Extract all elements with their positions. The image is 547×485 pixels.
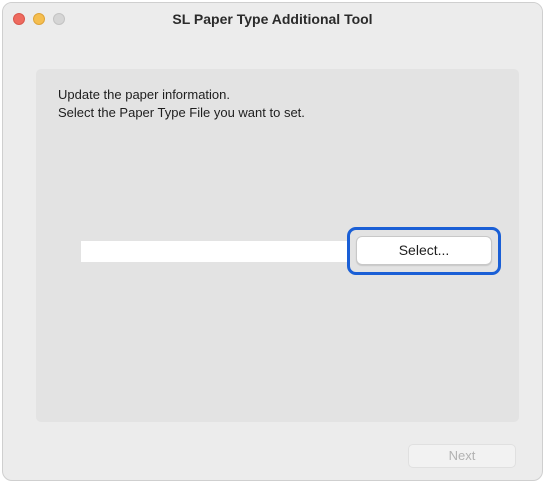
next-button[interactable]: Next [408, 444, 516, 468]
window-title: SL Paper Type Additional Tool [172, 11, 373, 27]
title-bar: SL Paper Type Additional Tool [3, 3, 542, 34]
paper-type-file-path-field[interactable] [81, 241, 349, 262]
instruction-line-1: Update the paper information. [58, 87, 230, 102]
app-window: SL Paper Type Additional Tool Update the… [2, 2, 543, 481]
instruction-line-2: Select the Paper Type File you want to s… [58, 105, 305, 120]
select-file-button[interactable]: Select... [356, 236, 492, 265]
content-panel: Update the paper information. Select the… [36, 69, 519, 422]
instructions: Update the paper information. Select the… [58, 86, 305, 122]
